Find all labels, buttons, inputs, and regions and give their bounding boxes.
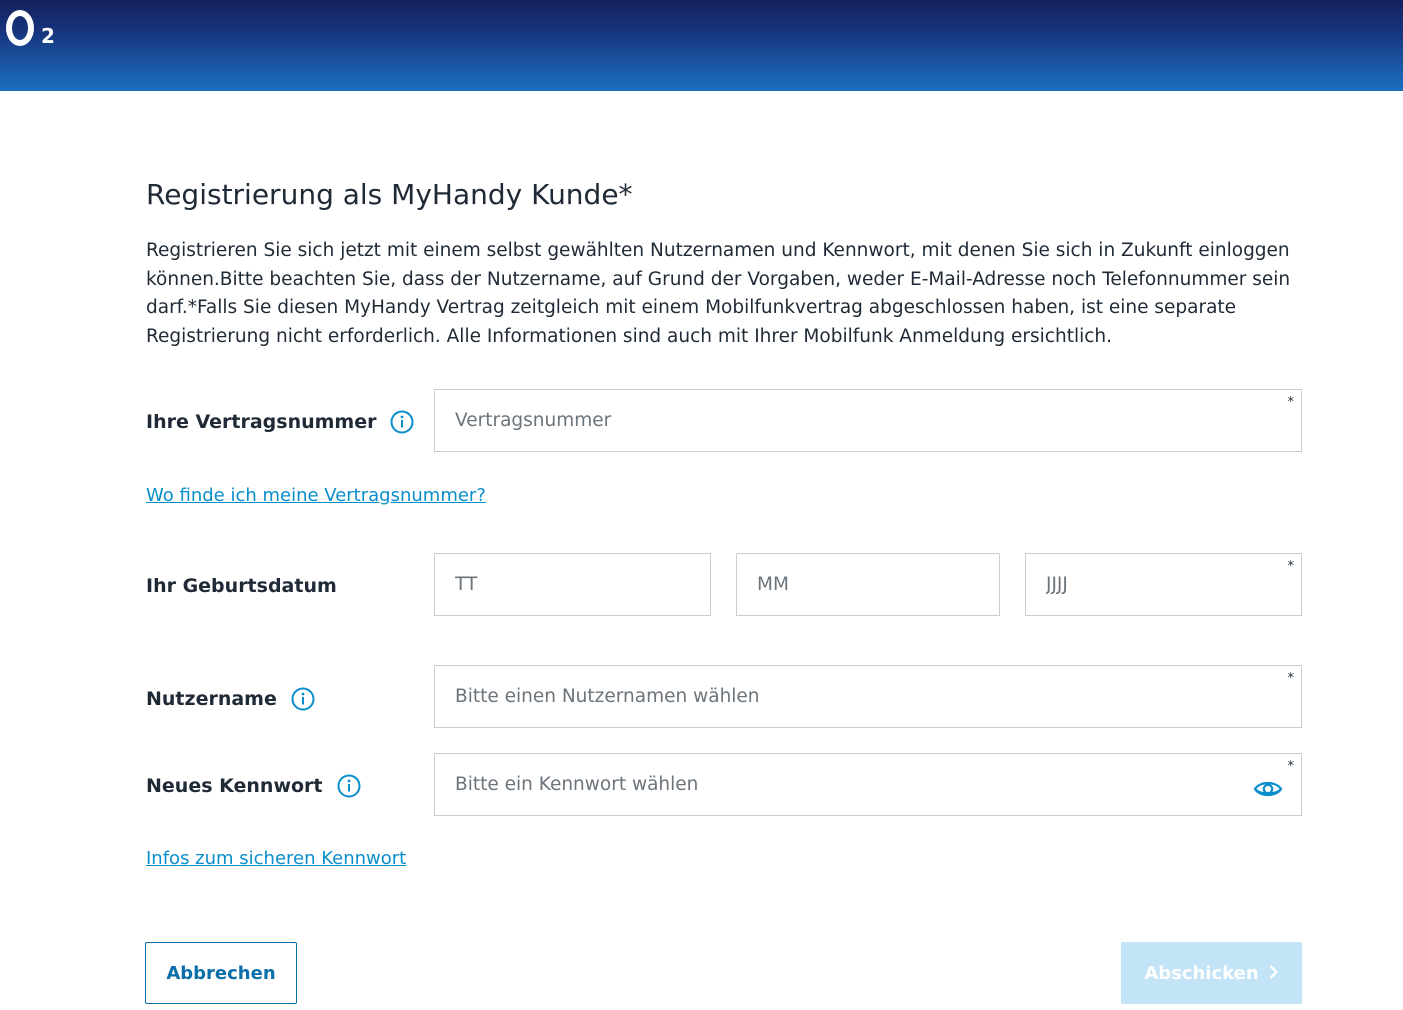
- contract-number-label: Ihre Vertragsnummer: [146, 409, 414, 435]
- page-title: Registrierung als MyHandy Kunde*: [146, 178, 633, 211]
- show-password-eye-icon[interactable]: [1253, 778, 1283, 800]
- logo-letter-o: [6, 10, 34, 46]
- info-icon[interactable]: [337, 774, 361, 798]
- birthdate-day-field: [434, 553, 711, 616]
- password-label-text: Neues Kennwort: [146, 775, 323, 797]
- username-label: Nutzername: [146, 686, 315, 712]
- username-label-text: Nutzername: [146, 688, 277, 710]
- username-field: *: [434, 665, 1302, 728]
- required-mark: *: [1287, 671, 1295, 686]
- birthdate-label-text: Ihr Geburtsdatum: [146, 575, 337, 597]
- password-input[interactable]: [435, 754, 1301, 815]
- cancel-button[interactable]: Abbrechen: [145, 942, 297, 1004]
- birthdate-year-field: *: [1025, 553, 1302, 616]
- contract-number-help-link[interactable]: Wo finde ich meine Vertragsnummer?: [146, 485, 486, 506]
- password-field: *: [434, 753, 1302, 816]
- birthdate-day-input[interactable]: [435, 554, 710, 615]
- birthdate-year-input[interactable]: [1026, 554, 1301, 615]
- chevron-right-icon: [1269, 963, 1279, 984]
- birthdate-month-input[interactable]: [737, 554, 999, 615]
- cancel-button-label: Abbrechen: [166, 962, 276, 984]
- required-mark: *: [1287, 559, 1295, 574]
- info-icon[interactable]: [390, 410, 414, 434]
- birthdate-label: Ihr Geburtsdatum: [146, 573, 337, 599]
- intro-text: Registrieren Sie sich jetzt mit einem se…: [146, 240, 1291, 347]
- required-mark: *: [1287, 395, 1295, 410]
- username-input[interactable]: [435, 666, 1301, 727]
- contract-number-field: *: [434, 389, 1302, 452]
- submit-button-label: Abschicken: [1144, 962, 1259, 984]
- info-icon[interactable]: [291, 687, 315, 711]
- logo-subscript: 2: [41, 24, 55, 48]
- contract-number-label-text: Ihre Vertragsnummer: [146, 411, 377, 433]
- submit-button[interactable]: Abschicken: [1121, 942, 1302, 1004]
- o2-logo[interactable]: 2: [6, 8, 66, 60]
- password-info-link[interactable]: Infos zum sicheren Kennwort: [146, 848, 406, 869]
- birthdate-month-field: [736, 553, 1000, 616]
- contract-number-input[interactable]: [435, 390, 1301, 451]
- required-mark: *: [1287, 759, 1295, 774]
- site-header: 2: [0, 0, 1403, 91]
- password-label: Neues Kennwort: [146, 773, 361, 799]
